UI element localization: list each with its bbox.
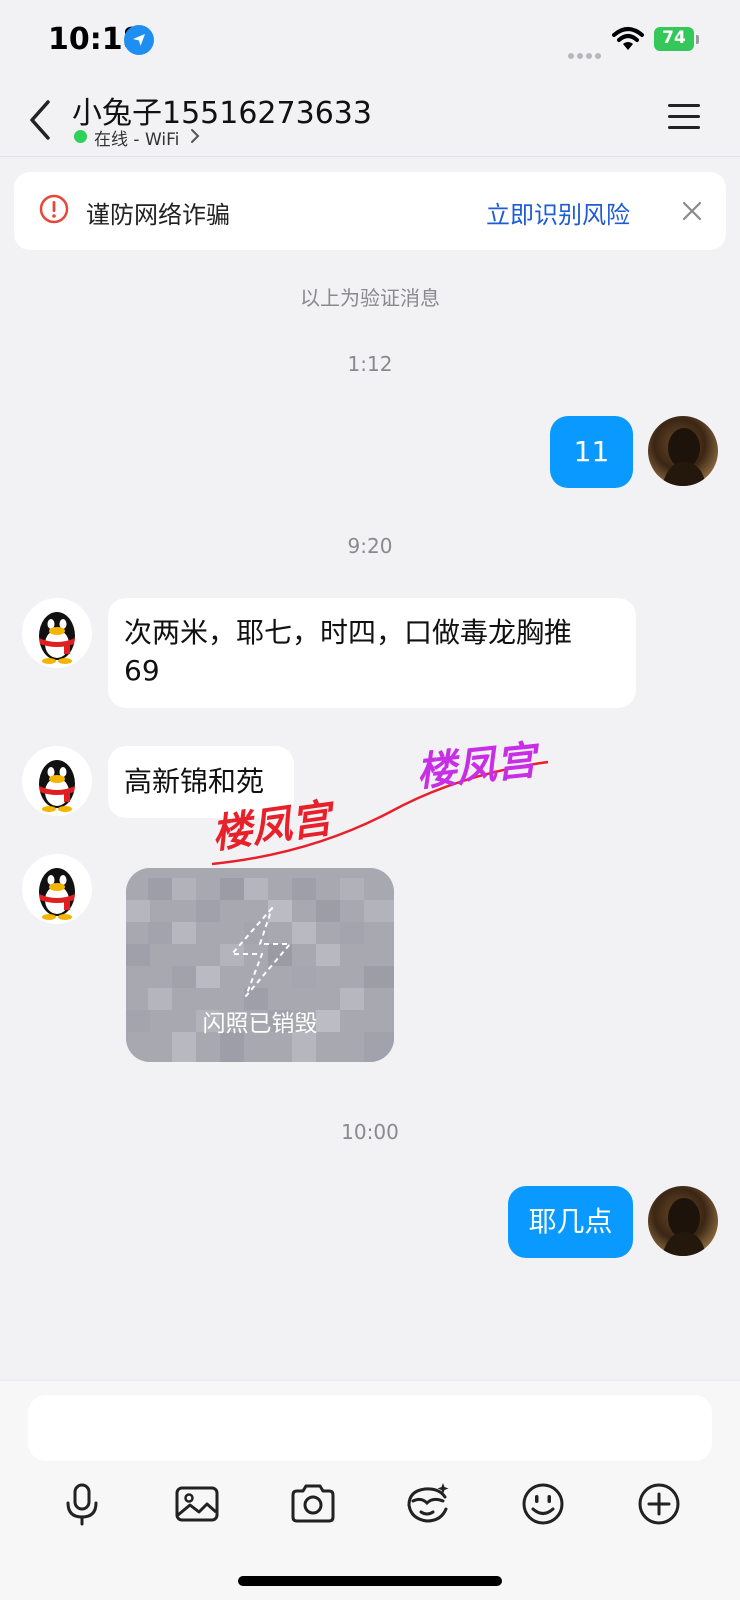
chevron-right-icon <box>190 128 200 148</box>
avatar[interactable] <box>22 854 92 924</box>
image-icon[interactable] <box>172 1479 222 1529</box>
watermark-overlay: 楼凤宫 楼凤宫 <box>200 716 560 880</box>
sticker-icon[interactable] <box>403 1479 453 1529</box>
message-text-line: 69 <box>124 654 160 687</box>
outgoing-message[interactable]: 耶几点 <box>508 1186 633 1258</box>
cellular-signal-icon <box>568 44 604 63</box>
message-text: 耶几点 <box>528 1205 613 1238</box>
identify-risk-link[interactable]: 立即识别风险 <box>486 195 630 230</box>
watermark-text-purple: 楼凤宫 <box>414 737 543 796</box>
incoming-message[interactable]: 次两米，耶七，时四，口做毒龙胸推 69 <box>108 598 636 708</box>
plus-icon[interactable] <box>634 1479 684 1529</box>
wifi-icon <box>612 26 644 56</box>
avatar[interactable] <box>22 746 92 816</box>
message-composer <box>0 1380 740 1600</box>
timestamp: 9:20 <box>347 534 393 558</box>
battery-level: 74 <box>662 28 686 48</box>
flash-destroyed-label: 闪照已销毁 <box>202 1011 318 1037</box>
verification-note: 以上为验证消息 <box>300 286 440 310</box>
warning-icon <box>38 193 70 229</box>
battery-icon: 74 <box>654 27 694 51</box>
emoji-icon[interactable] <box>518 1479 568 1529</box>
close-icon[interactable] <box>678 197 706 225</box>
message-text: 11 <box>573 435 610 468</box>
timestamp: 1:12 <box>347 352 393 376</box>
status-bar: 10:18 74 <box>0 0 740 80</box>
online-status-text[interactable]: 在线 - WiFi <box>94 125 179 150</box>
camera-icon[interactable] <box>288 1479 338 1529</box>
microphone-icon[interactable] <box>57 1479 107 1529</box>
outgoing-message[interactable]: 11 <box>550 416 633 488</box>
home-indicator <box>238 1576 502 1586</box>
banner-text: 谨防网络诈骗 <box>86 201 230 229</box>
flash-photo-message[interactable]: 闪照已销毁 <box>126 868 394 1062</box>
timestamp: 10:00 <box>341 1120 399 1144</box>
back-button[interactable] <box>20 92 64 148</box>
message-text-line: 次两米，耶七，时四，口做毒龙胸推 <box>124 616 573 649</box>
avatar[interactable] <box>648 416 718 486</box>
fraud-warning-banner: 谨防网络诈骗 立即识别风险 <box>14 172 726 250</box>
online-status-dot <box>74 130 87 143</box>
lightning-icon <box>222 904 298 1004</box>
menu-button[interactable] <box>664 100 704 134</box>
battery-cap <box>696 35 699 44</box>
location-arrow-icon <box>124 25 154 55</box>
watermark-text-red: 楼凤宫 <box>209 795 339 858</box>
avatar[interactable] <box>648 1186 718 1256</box>
header-divider <box>0 156 740 157</box>
avatar[interactable] <box>22 598 92 668</box>
message-input[interactable] <box>28 1395 712 1461</box>
